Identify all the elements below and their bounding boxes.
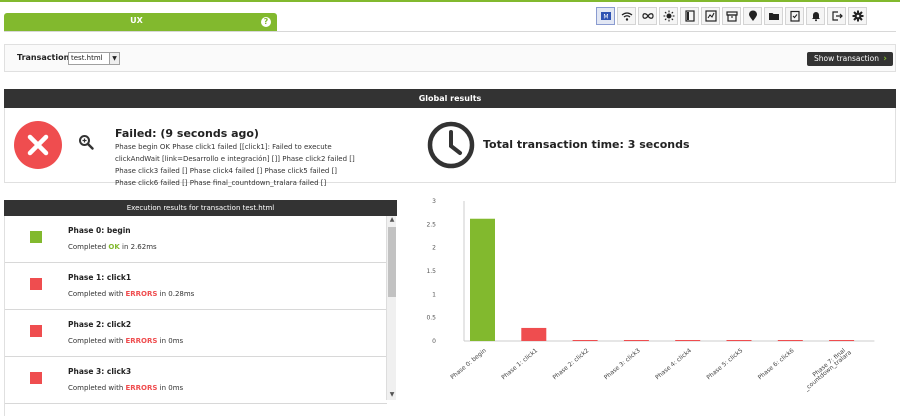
chart-bar [623, 340, 649, 341]
clipboard-icon[interactable] [785, 7, 804, 25]
chart-bar [726, 340, 752, 341]
scroll-thumb[interactable] [388, 227, 396, 297]
chart-bar [521, 327, 547, 341]
phase-duration-chart: 0 0.5 1 1.5 2 2.5 3 Phase 0: begin Phase 1: clic… [426, 198, 875, 393]
phase-title: Phase 0: begin [68, 226, 131, 235]
list-item: Phase 0: begin Completed OK in 2.62ms [5, 216, 387, 263]
chart-icon[interactable] [701, 7, 720, 25]
y-tick-label: 2 [432, 245, 436, 252]
chevron-down-icon: ▼ [109, 53, 119, 64]
x-tick-label: Phase 3: click3 [603, 347, 642, 381]
status-square [30, 325, 42, 337]
x-tick-label: Phase 6: click6 [757, 347, 796, 381]
phase-title: Phase 1: click1 [68, 273, 132, 282]
x-tick-label: Phase 5: click5 [705, 347, 744, 381]
chart-bar [829, 340, 855, 341]
infinity-icon[interactable] [638, 7, 657, 25]
logout-icon[interactable] [827, 7, 846, 25]
fail-icon [14, 121, 62, 169]
chart-bar [675, 340, 701, 341]
pin-icon[interactable] [743, 7, 762, 25]
total-transaction-time: Total transaction time: 3 seconds [483, 138, 690, 151]
bell-icon[interactable] [806, 7, 825, 25]
global-results-panel: Failed: (9 seconds ago) Phase begin OK P… [4, 108, 896, 187]
archive-icon[interactable] [722, 7, 741, 25]
tab-ux[interactable]: UX ? [4, 13, 277, 31]
clock-icon [427, 121, 475, 169]
chart-bar [470, 218, 495, 341]
transaction-label: Transaction [17, 53, 70, 62]
book-icon[interactable] [680, 7, 699, 25]
help-icon[interactable]: ? [261, 17, 271, 27]
fail-details: Phase begin OK Phase click1 failed [[cli… [115, 143, 355, 187]
scroll-up-icon[interactable]: ▲ [387, 216, 397, 225]
x-tick-label: Phase 2: click2 [552, 347, 591, 381]
scrollbar[interactable]: ▲ ▼ [386, 216, 396, 400]
y-tick-label: 2.5 [426, 221, 436, 228]
x-tick-label: Phase 1: click1 [500, 347, 539, 381]
show-transaction-label: Show transaction [814, 54, 879, 63]
y-tick-label: 0.5 [426, 315, 436, 322]
status-square [30, 278, 42, 290]
wifi-icon[interactable] [617, 7, 636, 25]
phase-status: Completed with ERRORS in 0.28ms [68, 290, 195, 298]
fail-title: Failed: (9 seconds ago) [115, 127, 259, 140]
status-square [30, 231, 42, 243]
chevron-right-icon: › [883, 54, 887, 64]
transaction-select[interactable]: test.html ▼ [68, 52, 120, 65]
module-icon[interactable]: M [596, 7, 615, 25]
toolbar: M [596, 7, 867, 27]
execution-results-list: Phase 0: begin Completed OK in 2.62ms Ph… [4, 216, 397, 416]
phase-title: Phase 3: click3 [68, 367, 132, 376]
tab-ux-label: UX [130, 16, 143, 25]
list-item: Phase 1: click1 Completed with ERRORS in… [5, 263, 387, 310]
chart-bar [572, 340, 598, 341]
transaction-select-value: test.html [71, 54, 103, 62]
tab-underline [4, 31, 896, 32]
x-tick-label: Phase 0: begin [449, 347, 488, 381]
x-tick-label: _countdown_tralara [802, 349, 853, 393]
show-transaction-button[interactable]: Show transaction › [807, 52, 893, 66]
transaction-bar: Transaction test.html ▼ Show transaction… [4, 44, 896, 72]
top-accent-line [0, 0, 900, 2]
scroll-down-icon[interactable]: ▼ [387, 391, 397, 400]
zoom-icon[interactable] [78, 134, 94, 150]
y-tick-label: 0 [432, 338, 436, 345]
svg-text:M: M [603, 14, 608, 21]
folder-icon[interactable] [764, 7, 783, 25]
y-tick-label: 3 [432, 198, 436, 205]
gear-icon[interactable] [848, 7, 867, 25]
phase-status: Completed with ERRORS in 0ms [68, 337, 184, 345]
chart-bar [777, 340, 803, 341]
global-results-header: Global results [4, 89, 896, 108]
x-tick-label: Phase 4: click4 [654, 347, 693, 381]
list-item: Phase 2: click2 Completed with ERRORS in… [5, 310, 387, 357]
phase-status: Completed OK in 2.62ms [68, 243, 157, 251]
y-tick-label: 1 [432, 291, 436, 298]
execution-results-header: Execution results for transaction test.h… [4, 200, 397, 216]
phase-status: Completed with ERRORS in 0ms [68, 384, 184, 392]
sun-icon[interactable] [659, 7, 678, 25]
status-square [30, 372, 42, 384]
y-tick-label: 1.5 [426, 268, 436, 275]
list-item: Phase 3: click3 Completed with ERRORS in… [5, 357, 387, 404]
phase-title: Phase 2: click2 [68, 320, 132, 329]
